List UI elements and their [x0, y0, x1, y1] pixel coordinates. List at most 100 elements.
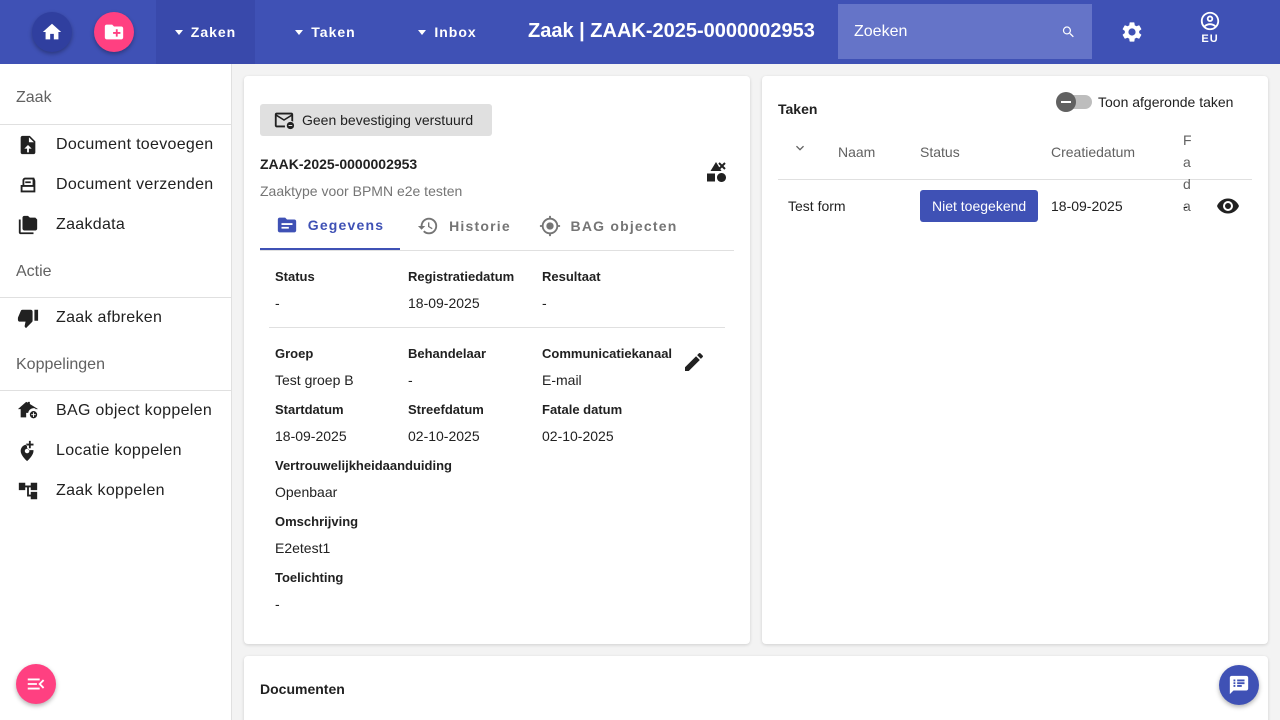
- unsubscribe-mail-icon: [272, 109, 296, 131]
- search-box: [838, 4, 1092, 59]
- tab-label: Gegevens: [307, 217, 385, 233]
- expand-all-button[interactable]: [792, 140, 808, 159]
- sidebar-heading-actie: Actie: [0, 245, 231, 298]
- case-type: Zaaktype voor BPMN e2e testen: [260, 183, 463, 199]
- nav-taken-menu[interactable]: Taken: [276, 0, 375, 64]
- case-details-card: Geen bevestiging verstuurd ZAAK-2025-000…: [244, 76, 750, 644]
- field-label: Streefdatum: [408, 402, 484, 417]
- field-value: Test groep B: [275, 372, 354, 388]
- caret-down-icon: [295, 29, 304, 35]
- home-link-icon: [16, 399, 40, 423]
- top-bar: Zaken Taken Inbox Zaak | ZAAK-2025-00000…: [0, 0, 1280, 64]
- settings-button[interactable]: [1116, 16, 1148, 48]
- home-icon: [42, 23, 62, 40]
- search-input[interactable]: [854, 22, 1061, 41]
- sidebar-item-zaak-afbreken[interactable]: Zaak afbreken: [0, 298, 231, 338]
- sidebar: Zaak Document toevoegen Document verzend…: [0, 64, 232, 720]
- thumb-down-icon: [16, 306, 40, 330]
- column-header-status[interactable]: Status: [920, 144, 960, 160]
- field-label: Status: [275, 269, 315, 284]
- account-tree-icon: [16, 479, 40, 503]
- field-label: Resultaat: [542, 269, 601, 284]
- sidebar-item-bag-object-koppelen[interactable]: BAG object koppelen: [0, 391, 231, 431]
- search-icon[interactable]: [1061, 20, 1076, 44]
- tab-label: Historie: [449, 218, 511, 234]
- field-vertrouwelijkheid: Vertrouwelijkheidaanduiding Openbaar: [275, 458, 452, 500]
- side-menu-toggle-button[interactable]: [16, 664, 56, 704]
- folder-add-icon: [104, 24, 124, 40]
- sidebar-item-document-toevoegen[interactable]: Document toevoegen: [0, 125, 231, 165]
- column-header-naam[interactable]: Naam: [838, 144, 875, 160]
- account-circle-icon: [1200, 11, 1220, 31]
- sidebar-item-label: Document toevoegen: [56, 136, 214, 153]
- field-communicatiekanaal: Communicatiekanaal E-mail: [542, 346, 672, 388]
- divider: [269, 327, 725, 328]
- table-row[interactable]: Test form Niet toegekend 18-09-2025 -: [778, 180, 1252, 232]
- field-label: Registratiedatum: [408, 269, 515, 284]
- case-tabs: Gegevens Historie BAG objecten: [260, 202, 734, 251]
- field-omschrijving: Omschrijving E2etest1: [275, 514, 358, 556]
- field-groep: Groep Test groep B: [275, 346, 354, 388]
- user-menu-button[interactable]: EU: [1190, 10, 1230, 54]
- notes-button[interactable]: [1219, 665, 1259, 705]
- table-header: Naam Status Creatiedatum Fa da: [778, 128, 1252, 214]
- send-document-icon: [16, 173, 40, 197]
- column-header-creatiedatum[interactable]: Creatiedatum: [1051, 144, 1135, 160]
- user-initials: EU: [1201, 33, 1219, 45]
- topic-folder-icon: [277, 217, 296, 233]
- tab-gegevens[interactable]: Gegevens: [260, 202, 400, 250]
- field-resultaat: Resultaat -: [542, 269, 601, 311]
- task-creation-date: 18-09-2025: [1051, 198, 1123, 214]
- nav-zaken-label: Zaken: [190, 24, 237, 40]
- chevron-down-icon: [796, 145, 804, 151]
- toggle-thumb: [1056, 92, 1076, 112]
- task-due-date: -: [1183, 198, 1188, 214]
- eye-icon: [1217, 198, 1239, 214]
- field-label: Toelichting: [275, 570, 344, 585]
- field-value: E-mail: [542, 372, 582, 388]
- folder-icon: [16, 213, 40, 237]
- field-startdatum: Startdatum 18-09-2025: [275, 402, 347, 444]
- field-value: -: [275, 596, 280, 612]
- toggle-switch[interactable]: [1056, 92, 1092, 112]
- home-button[interactable]: [32, 12, 72, 52]
- toggle-label: Toon afgeronde taken: [1098, 94, 1234, 110]
- caret-down-icon: [174, 29, 183, 35]
- sidebar-item-label: Zaak koppelen: [56, 482, 165, 499]
- field-registratiedatum: Registratiedatum 18-09-2025: [408, 269, 514, 311]
- field-value: -: [275, 295, 280, 311]
- sidebar-item-zaak-koppelen[interactable]: Zaak koppelen: [0, 471, 231, 511]
- documents-card: Documenten: [244, 656, 1268, 720]
- confirmation-status-chip: Geen bevestiging verstuurd: [260, 104, 492, 136]
- sidebar-item-document-verzenden[interactable]: Document verzenden: [0, 165, 231, 205]
- field-label: Communicatiekanaal: [542, 346, 673, 361]
- sidebar-item-locatie-koppelen[interactable]: Locatie koppelen: [0, 431, 231, 471]
- field-value: 18-09-2025: [408, 295, 480, 311]
- sidebar-item-label: Document verzenden: [56, 176, 214, 193]
- upload-file-icon: [16, 133, 40, 157]
- caret-down-icon: [418, 29, 427, 35]
- sidebar-item-label: Locatie koppelen: [56, 442, 182, 459]
- sidebar-heading-koppelingen: Koppelingen: [0, 338, 231, 391]
- tasks-table: Naam Status Creatiedatum Fa da Test form…: [778, 128, 1252, 232]
- new-case-button[interactable]: [94, 12, 134, 52]
- nav-zaken-menu[interactable]: Zaken: [156, 0, 255, 64]
- sidebar-heading-zaak: Zaak: [0, 64, 231, 125]
- field-behandelaar: Behandelaar -: [408, 346, 486, 388]
- sidebar-item-zaakdata[interactable]: Zaakdata: [0, 205, 231, 245]
- status-badge: Niet toegekend: [920, 190, 1039, 222]
- sidebar-item-label: BAG object koppelen: [56, 402, 213, 419]
- edit-pencil-icon[interactable]: [682, 350, 706, 374]
- view-task-button[interactable]: [1216, 194, 1240, 221]
- show-completed-toggle[interactable]: Toon afgeronde taken: [1056, 92, 1234, 112]
- shapes-icon[interactable]: [704, 160, 728, 184]
- field-value: 18-09-2025: [275, 428, 347, 444]
- nav-inbox-menu[interactable]: Inbox: [398, 0, 497, 64]
- task-name: Test form: [788, 198, 846, 214]
- tab-historie[interactable]: Historie: [400, 202, 528, 250]
- field-status: Status -: [275, 269, 315, 311]
- confirmation-chip-label: Geen bevestiging verstuurd: [302, 112, 474, 128]
- tab-bag-objecten[interactable]: BAG objecten: [528, 202, 688, 250]
- tab-label: BAG objecten: [570, 218, 678, 234]
- menu-open-icon: [27, 678, 45, 690]
